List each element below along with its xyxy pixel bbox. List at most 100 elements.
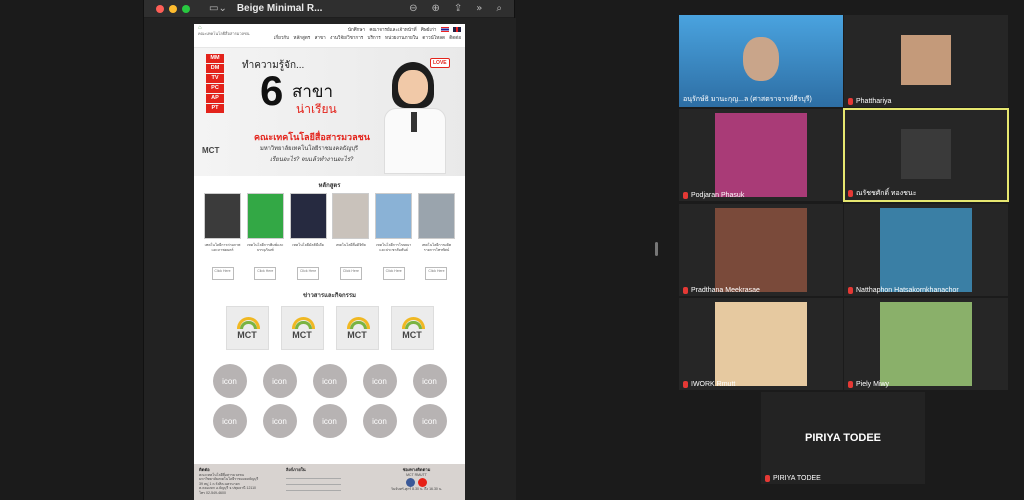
hero-university: มหาวิทยาลัยเทคโนโลยีราชมงคลธัญบุรี — [260, 146, 359, 152]
site-nav: นักศึกษา คณาจารย์และเจ้าหน้าที่ ศิษย์เก่… — [271, 26, 461, 42]
sidebar-toggle-icon[interactable]: ▭⌄ — [209, 3, 227, 14]
nav-item-students[interactable]: นักศึกษา — [348, 27, 365, 32]
course-click-button[interactable]: Click Here — [297, 267, 320, 280]
icon-placeholder[interactable]: icon — [362, 404, 397, 438]
news-card[interactable]: MCT — [390, 306, 434, 350]
participant-avatar — [743, 37, 779, 81]
course-card: เทคโนโลยีสื่อดิจิทัล Click Here — [332, 193, 370, 280]
rainbow-arc-icon — [404, 321, 422, 329]
course-click-button[interactable]: Click Here — [339, 267, 362, 280]
nav-item-curriculum[interactable]: หลักสูตร — [293, 35, 310, 40]
uk-flag-icon[interactable] — [453, 27, 461, 33]
participant-name-label: Piely Miwy — [848, 381, 889, 388]
participant-name-label: Pradthana Meekrasae — [683, 287, 760, 294]
browser-toolbar: ⊖ ⊕ ⇪ » ⌕ — [409, 3, 514, 14]
course-description: เทคโนโลยีการโฆษณาและประชาสัมพันธ์ — [376, 243, 412, 252]
participant-name-label: ณรัชชศักดิ์ ทองชนะ — [848, 188, 916, 199]
footer-link-line[interactable] — [286, 487, 341, 491]
thai-flag-icon[interactable] — [440, 27, 449, 33]
course-click-button[interactable]: Click Here — [254, 267, 277, 280]
major-tag: MM — [206, 54, 224, 63]
icon-placeholder[interactable]: icon — [412, 404, 447, 438]
share-icon[interactable]: ⇪ — [454, 3, 462, 14]
icon-placeholder[interactable]: icon — [362, 364, 397, 398]
search-icon[interactable]: ⌕ — [496, 3, 502, 14]
hero-banner: MM DM TV PC AP PT ทำความรู้จัก... 6 สาขา… — [194, 48, 465, 176]
news-card[interactable]: MCT — [335, 306, 379, 350]
participant-name-label: Podjaran Phasuk — [683, 192, 744, 199]
icon-placeholder[interactable]: icon — [312, 404, 347, 438]
participant-video — [901, 129, 951, 179]
student-tie — [411, 112, 417, 132]
participant-name: อนุรักษ์ธิ มานะกุญ...ล (ศาสตราจารย์ธีรบุ… — [683, 96, 812, 103]
participant-display-name: PIRIYA TODEE — [804, 432, 881, 444]
browser-window: ▭⌄ Beige Minimal R... ⊖ ⊕ ⇪ » ⌕ ⌂ คณะเทค… — [143, 0, 516, 500]
course-click-button[interactable]: Click Here — [425, 267, 448, 280]
nav-item-about[interactable]: เกี่ยวกับ — [274, 35, 289, 40]
participant-tile[interactable]: Natthaphon Hatsakornkhanachor — [844, 204, 1008, 296]
zoom-in-icon[interactable]: ⊕ — [431, 3, 439, 14]
love-badge: LOVE — [430, 58, 450, 68]
course-click-button[interactable]: Click Here — [211, 267, 234, 280]
nav-item-research[interactable]: งานวิจัย/วิชาการ — [330, 35, 363, 40]
icon-placeholder[interactable]: icon — [312, 364, 347, 398]
footer-link-line[interactable] — [286, 481, 341, 485]
participant-tile[interactable]: Phatthariya — [844, 15, 1008, 107]
icon-placeholder[interactable]: icon — [212, 364, 247, 398]
split-divider-handle[interactable] — [655, 242, 658, 256]
close-window-button[interactable] — [156, 4, 164, 13]
nav-item-majors[interactable]: สาขา — [315, 35, 326, 40]
course-thumbnail[interactable] — [204, 193, 241, 239]
course-description: เทคโนโลยีมัลติมีเดีย — [292, 243, 324, 247]
participant-name: Natthaphon Hatsakornkhanachor — [856, 287, 959, 294]
course-description: เทคโนโลยีการถ่ายภาพและภาพยนตร์ — [204, 243, 241, 252]
news-card[interactable]: MCT — [225, 306, 269, 350]
course-thumbnail[interactable] — [289, 193, 327, 239]
logo-text: คณะเทคโนโลยีสื่อสารมวลชน — [198, 31, 250, 36]
more-icon[interactable]: » — [476, 3, 482, 14]
participant-tile[interactable]: IWORK Rmutt — [679, 298, 843, 390]
participant-video — [715, 113, 807, 197]
rainbow-arc-icon — [294, 321, 312, 329]
participant-tile[interactable]: PIRIYA TODEE PIRIYA TODEE — [761, 392, 925, 484]
minimize-window-button[interactable] — [169, 4, 177, 13]
participant-tile[interactable]: ณรัชชศักดิ์ ทองชนะ — [843, 108, 1009, 202]
facebook-icon[interactable] — [406, 478, 415, 488]
icon-placeholder[interactable]: icon — [212, 404, 247, 438]
participant-video — [880, 302, 972, 386]
course-thumbnail[interactable] — [246, 193, 284, 239]
nav-item-alumni[interactable]: ศิษย์เก่า — [421, 27, 437, 32]
icon-placeholder[interactable]: icon — [262, 404, 297, 438]
youtube-icon[interactable] — [418, 478, 427, 488]
participant-name: PIRIYA TODEE — [773, 475, 821, 482]
news-card-logo: MCT — [292, 330, 312, 340]
icon-placeholder[interactable]: icon — [412, 364, 447, 398]
participant-tile[interactable]: อนุรักษ์ธิ มานะกุญ...ล (ศาสตราจารย์ธีรบุ… — [679, 15, 843, 107]
nav-item-contact[interactable]: ติดต่อ — [449, 35, 461, 40]
major-tag: PC — [206, 84, 224, 93]
document-canvas[interactable]: ⌂ คณะเทคโนโลยีสื่อสารมวลชน นักศึกษา คณาจ… — [144, 18, 516, 500]
hero-number: 6 — [260, 67, 284, 114]
nav-item-units[interactable]: หน่วยงานภายใน — [385, 35, 418, 40]
footer-follow-sub: MCT RMUTT — [406, 472, 427, 477]
fullscreen-window-button[interactable] — [182, 4, 190, 13]
nav-item-staff[interactable]: คณาจารย์และเจ้าหน้าที่ — [369, 27, 416, 32]
nav-item-services[interactable]: บริการ — [368, 35, 381, 40]
muted-mic-icon — [683, 287, 688, 294]
course-thumbnail[interactable] — [417, 193, 455, 239]
zoom-out-icon[interactable]: ⊖ — [409, 3, 417, 14]
course-thumbnail[interactable] — [332, 193, 370, 239]
nav-item-download[interactable]: ดาวน์โหลด — [422, 35, 445, 40]
participant-tile[interactable]: Piely Miwy — [844, 298, 1008, 390]
icon-placeholder[interactable]: icon — [262, 364, 297, 398]
course-click-button[interactable]: Click Here — [382, 267, 405, 280]
site-logo[interactable]: ⌂ คณะเทคโนโลยีสื่อสารมวลชน — [198, 25, 258, 36]
footer-link-line[interactable] — [286, 475, 341, 479]
course-description: เทคโนโลยีการผลิตรายการโทรทัศน์ — [421, 243, 452, 252]
news-card[interactable]: MCT — [280, 306, 324, 350]
participant-tile[interactable]: Podjaran Phasuk — [679, 109, 843, 201]
website-mockup: ⌂ คณะเทคโนโลยีสื่อสารมวลชน นักศึกษา คณาจ… — [194, 24, 465, 500]
hero-narian: น่าเรียน — [296, 102, 337, 116]
participant-tile[interactable]: Pradthana Meekrasae — [679, 204, 843, 296]
course-thumbnail[interactable] — [375, 193, 413, 239]
